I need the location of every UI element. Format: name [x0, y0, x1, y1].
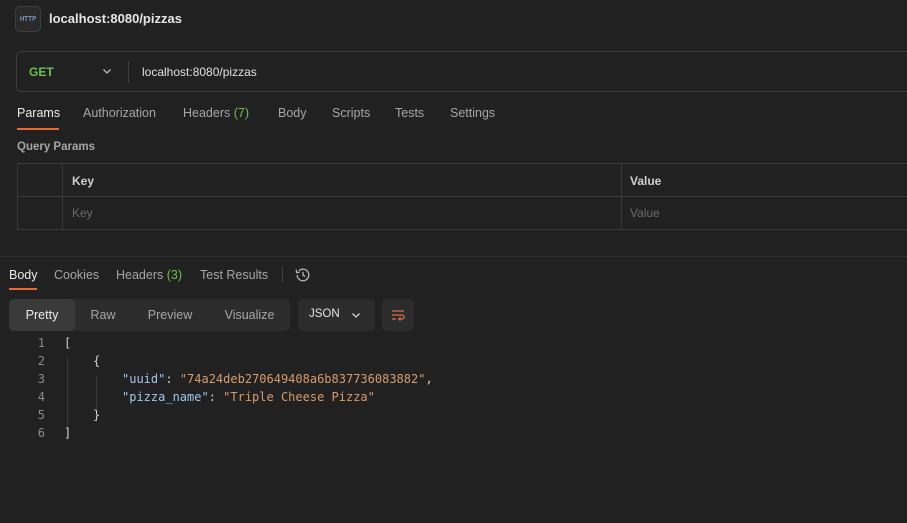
- chevron-down-icon: [352, 313, 360, 318]
- active-tab-indicator: [17, 128, 59, 130]
- tab-params[interactable]: Params: [17, 106, 60, 120]
- param-value-input[interactable]: Value: [630, 206, 660, 220]
- response-tab-headers-count: (3): [166, 268, 183, 282]
- code-line: 6 ]: [0, 426, 907, 444]
- wrap-lines-icon: [392, 310, 405, 322]
- format-raw-button[interactable]: Raw: [75, 299, 131, 331]
- response-tab-cookies[interactable]: Cookies: [54, 268, 99, 282]
- column-header-key: Key: [72, 174, 95, 188]
- line-number: 6: [37, 426, 45, 440]
- code-line: 4 "pizza_name": "Triple Cheese Pizza": [0, 390, 907, 408]
- json-string: "74a24deb270649408a6b837736083882": [179, 372, 426, 386]
- line-number: 4: [37, 390, 45, 404]
- pane-divider[interactable]: [0, 256, 907, 257]
- table-column-divider: [621, 164, 622, 229]
- code-text: {: [93, 354, 100, 368]
- json-key: "uuid": [122, 372, 166, 386]
- language-select-label: JSON: [309, 308, 340, 320]
- request-tab-header: HTTP localhost:8080/pizzas: [0, 0, 907, 38]
- line-number: 1: [37, 336, 45, 350]
- format-preview-button[interactable]: Preview: [133, 299, 207, 331]
- response-tab-headers[interactable]: Headers (3): [116, 268, 182, 282]
- history-icon[interactable]: [294, 266, 312, 284]
- format-pretty-button[interactable]: Pretty: [9, 299, 75, 331]
- tab-separator: [282, 267, 283, 283]
- tab-settings[interactable]: Settings: [450, 106, 495, 120]
- tab-headers-label: Headers: [183, 106, 231, 120]
- code-line: 5 }: [0, 408, 907, 426]
- code-token: :: [165, 372, 180, 386]
- code-line: 3 "uuid": "74a24deb270649408a6b837736083…: [0, 372, 907, 390]
- table-row-divider: [18, 196, 907, 197]
- json-key: "pizza_name": [122, 390, 209, 404]
- format-visualize-button[interactable]: Visualize: [209, 299, 290, 331]
- response-tab-headers-label: Headers: [116, 268, 164, 282]
- request-tab-title[interactable]: localhost:8080/pizzas: [49, 11, 182, 26]
- tab-scripts[interactable]: Scripts: [332, 106, 370, 120]
- tab-headers-count: (7): [233, 106, 250, 120]
- code-text: }: [93, 408, 100, 422]
- line-number: 2: [37, 354, 45, 368]
- method-select[interactable]: GET: [29, 65, 54, 79]
- wrap-lines-button[interactable]: [382, 299, 414, 331]
- code-text: "uuid": "74a24deb270649408a6b83773608388…: [122, 372, 433, 386]
- code-token: [: [64, 336, 72, 350]
- app-window: HTTP localhost:8080/pizzas GET localhost…: [0, 0, 907, 523]
- line-number: 5: [37, 408, 45, 422]
- url-bar: GET localhost:8080/pizzas: [16, 51, 907, 92]
- url-divider: [128, 61, 129, 83]
- http-request-icon: HTTP: [15, 6, 41, 32]
- param-key-input[interactable]: Key: [72, 206, 93, 220]
- query-params-table: Key Value Key Value: [17, 163, 907, 230]
- active-response-tab-indicator: [9, 288, 37, 290]
- code-text: "pizza_name": "Triple Cheese Pizza": [122, 390, 375, 404]
- code-token: ]: [64, 426, 72, 440]
- code-line: 2 {: [0, 354, 907, 372]
- table-column-divider: [62, 164, 63, 229]
- code-line: 1 [: [0, 336, 907, 354]
- json-string: "Triple Cheese Pizza": [223, 390, 375, 404]
- query-params-title: Query Params: [17, 141, 95, 153]
- body-format-toggle: Pretty Raw Preview Visualize: [9, 299, 290, 331]
- url-input[interactable]: localhost:8080/pizzas: [142, 65, 257, 79]
- tab-authorization[interactable]: Authorization: [83, 106, 156, 120]
- tab-headers[interactable]: Headers (7): [183, 106, 249, 120]
- language-select[interactable]: JSON: [298, 299, 375, 331]
- tab-tests[interactable]: Tests: [395, 106, 424, 120]
- code-token: }: [93, 408, 101, 422]
- chevron-down-icon[interactable]: [101, 65, 113, 77]
- tab-body[interactable]: Body: [278, 106, 307, 120]
- column-header-value: Value: [630, 174, 662, 188]
- code-token: :: [208, 390, 224, 404]
- code-text: ]: [64, 426, 71, 440]
- line-number: 3: [37, 372, 45, 386]
- code-token: ,: [425, 372, 433, 386]
- response-tab-body[interactable]: Body: [9, 268, 38, 282]
- code-text: [: [64, 336, 71, 350]
- response-tab-test-results[interactable]: Test Results: [200, 268, 268, 282]
- code-token: {: [93, 354, 101, 368]
